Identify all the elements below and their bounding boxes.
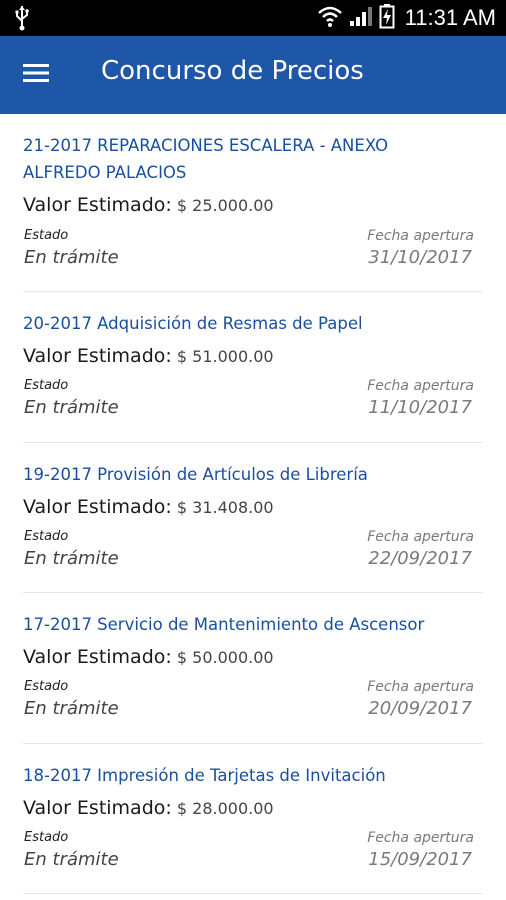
value-row: Valor Estimado: $ 51.000.00 (23, 345, 274, 367)
list-item[interactable]: 19-2017 Provisión de Artículos de Librer… (0, 443, 506, 593)
fecha-label: Fecha apertura (367, 679, 474, 695)
fecha-value: 22/09/2017 (368, 547, 472, 569)
fecha-value: 20/09/2017 (368, 698, 472, 719)
item-title[interactable]: 17-2017 Servicio de Mantenimiento de Asc… (23, 611, 443, 638)
value-row: Valor Estimado: $ 31.408.00 (23, 496, 274, 518)
value-amount: $ 50.000.00 (176, 648, 274, 667)
fecha-label: Fecha apertura (367, 829, 474, 846)
status-bar: 11:31 AM (0, 0, 506, 36)
value-label: Valor Estimado: (23, 646, 172, 668)
fecha-label: Fecha apertura (367, 378, 474, 394)
value-row: Valor Estimado: $ 28.000.00 (23, 797, 274, 819)
divider (23, 893, 483, 894)
menu-button[interactable] (16, 56, 56, 94)
value-row: Valor Estimado: $ 50.000.00 (23, 646, 274, 668)
value-label: Valor Estimado: (23, 495, 172, 518)
estado-label: Estado (24, 528, 69, 544)
status-icons: 11:31 AM (317, 0, 496, 36)
list-item[interactable]: 21-2017 REPARACIONES ESCALERA - ANEXO AL… (0, 114, 506, 292)
fecha-label: Fecha apertura (367, 228, 474, 244)
estado-label: Estado (24, 378, 69, 393)
estado-value: En trámite (24, 848, 119, 870)
hamburger-menu-icon (22, 62, 50, 88)
fecha-label: Fecha apertura (367, 528, 474, 545)
battery-icon (379, 3, 395, 33)
status-time: 11:31 AM (404, 5, 496, 30)
page-title: Concurso de Precios (101, 56, 364, 86)
item-title[interactable]: 19-2017 Provisión de Artículos de Librer… (23, 461, 443, 488)
item-title[interactable]: 18-2017 Impresión de Tarjetas de Invitac… (23, 762, 443, 789)
value-row: Valor Estimado: $ 25.000.00 (23, 194, 274, 216)
estado-value: En trámite (24, 247, 119, 268)
fecha-value: 11/10/2017 (368, 397, 472, 418)
estado-value: En trámite (24, 397, 119, 418)
value-amount: $ 28.000.00 (176, 798, 274, 818)
estado-label: Estado (24, 679, 69, 694)
signal-icon (349, 5, 373, 31)
estado-value: En trámite (24, 698, 119, 719)
value-amount: $ 25.000.00 (176, 196, 274, 215)
tender-list: 21-2017 REPARACIONES ESCALERA - ANEXO AL… (0, 114, 506, 894)
usb-icon (14, 5, 30, 35)
estado-value: En trámite (24, 547, 119, 569)
item-title[interactable]: 20-2017 Adquisición de Resmas de Papel (23, 310, 443, 337)
value-label: Valor Estimado: (23, 345, 172, 367)
value-label: Valor Estimado: (23, 194, 172, 216)
list-item[interactable]: 20-2017 Adquisición de Resmas de Papel V… (0, 292, 506, 443)
item-title[interactable]: 21-2017 REPARACIONES ESCALERA - ANEXO AL… (23, 132, 443, 186)
app-bar: Concurso de Precios (0, 36, 506, 114)
estado-label: Estado (24, 829, 69, 845)
fecha-value: 31/10/2017 (368, 247, 472, 268)
list-item[interactable]: 17-2017 Servicio de Mantenimiento de Asc… (0, 593, 506, 744)
wifi-icon (317, 4, 343, 32)
list-item[interactable]: 18-2017 Impresión de Tarjetas de Invitac… (0, 744, 506, 894)
value-amount: $ 51.000.00 (176, 347, 274, 366)
estado-label: Estado (24, 228, 69, 243)
fecha-value: 15/09/2017 (368, 848, 472, 870)
value-label: Valor Estimado: (23, 796, 172, 819)
value-amount: $ 31.408.00 (176, 497, 274, 517)
